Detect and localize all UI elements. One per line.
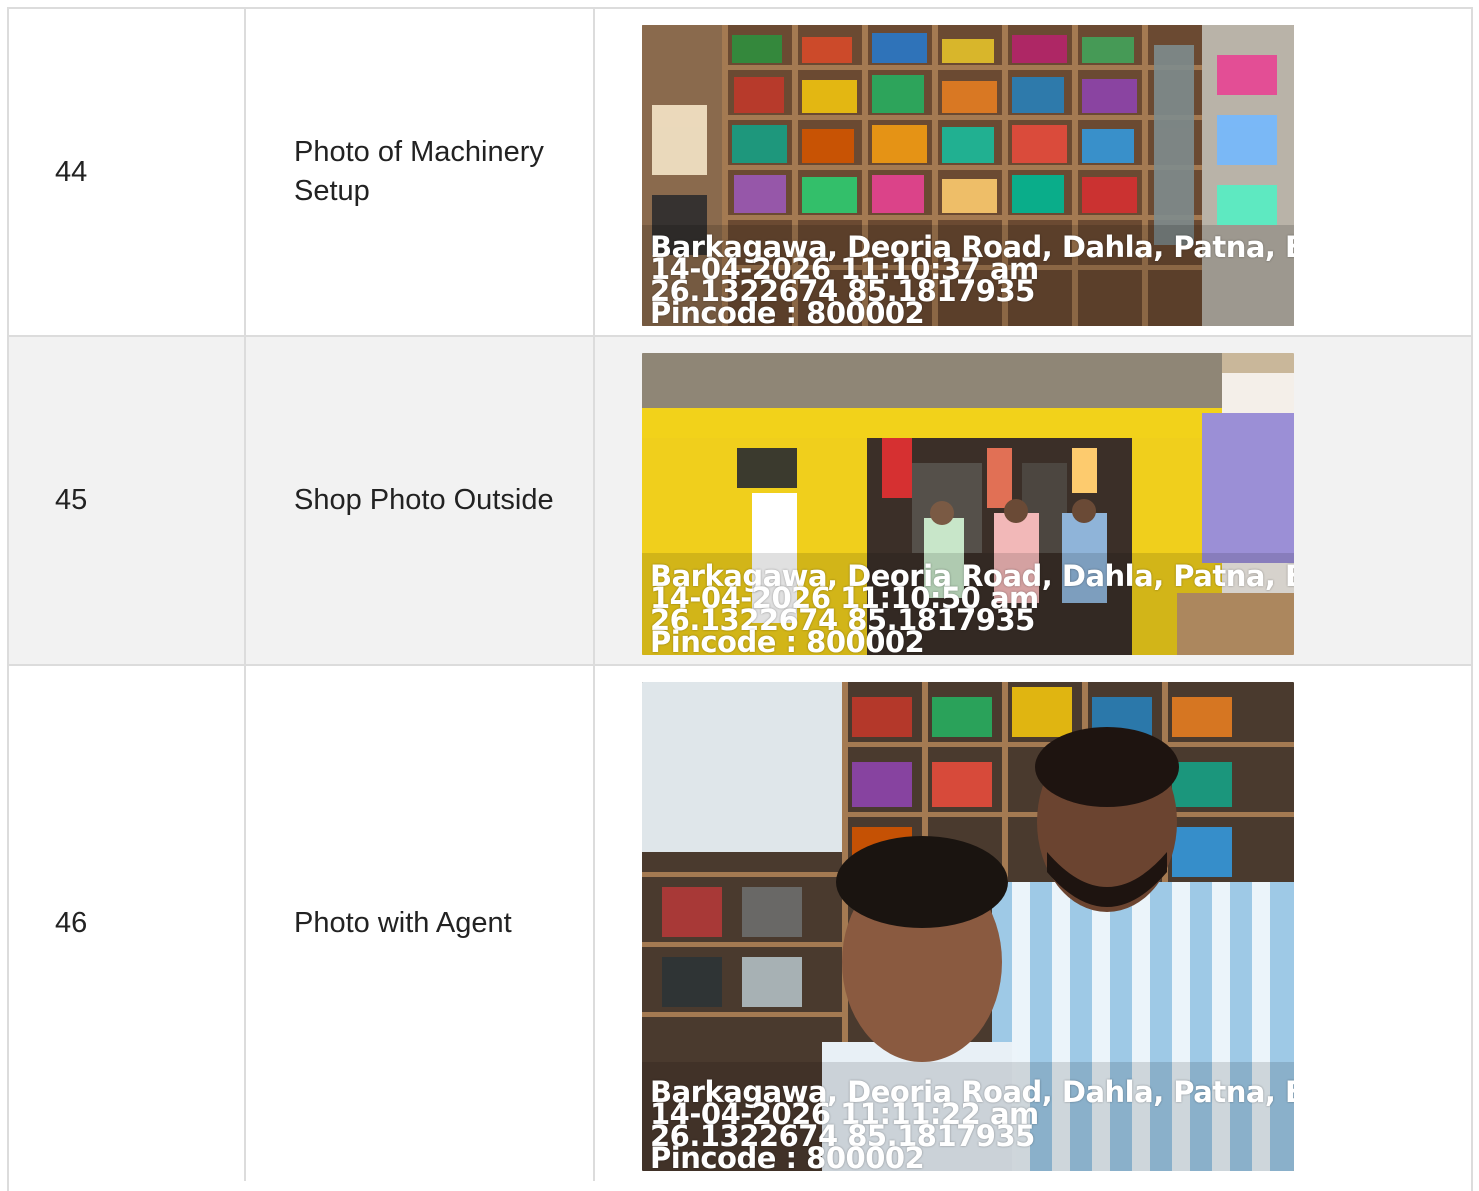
row-number: 45: [9, 337, 246, 664]
row-label: Shop Photo Outside: [246, 337, 595, 664]
photo-stamp: Barkagawa, Deoria Road, Dahla, Patna, Bi…: [650, 233, 1294, 327]
table-row: 46 Photo with Agent Barkagawa, Deoria Ro…: [9, 666, 1471, 1191]
row-number: 44: [9, 9, 246, 335]
row-number: 46: [9, 666, 246, 1181]
table-row: 45 Shop Photo Outside Barkagawa, Deoria …: [9, 337, 1471, 666]
photo-cell: Barkagawa, Deoria Road, Dahla, Patna, Bi…: [595, 666, 1471, 1191]
photo-table: 44 Photo of Machinery Setup Barkagawa, D…: [7, 7, 1473, 1191]
row-label: Photo with Agent: [246, 666, 595, 1181]
table-row: 44 Photo of Machinery Setup Barkagawa, D…: [9, 9, 1471, 337]
agent-selfie-photo[interactable]: Barkagawa, Deoria Road, Dahla, Patna, Bi…: [642, 682, 1294, 1171]
photo-stamp: Barkagawa, Deoria Road, Dahla, Patna, Bi…: [650, 1078, 1294, 1172]
shop-exterior-photo[interactable]: Barkagawa, Deoria Road, Dahla, Patna, Bi…: [642, 353, 1294, 655]
photo-cell: Barkagawa, Deoria Road, Dahla, Patna, Bi…: [595, 9, 1471, 335]
shop-shelves-photo[interactable]: Barkagawa, Deoria Road, Dahla, Patna, Bi…: [642, 25, 1294, 326]
photo-stamp: Barkagawa, Deoria Road, Dahla, Patna, Bi…: [650, 562, 1294, 656]
photo-cell: Barkagawa, Deoria Road, Dahla, Patna, Bi…: [595, 337, 1471, 664]
row-label: Photo of Machinery Setup: [246, 9, 595, 335]
